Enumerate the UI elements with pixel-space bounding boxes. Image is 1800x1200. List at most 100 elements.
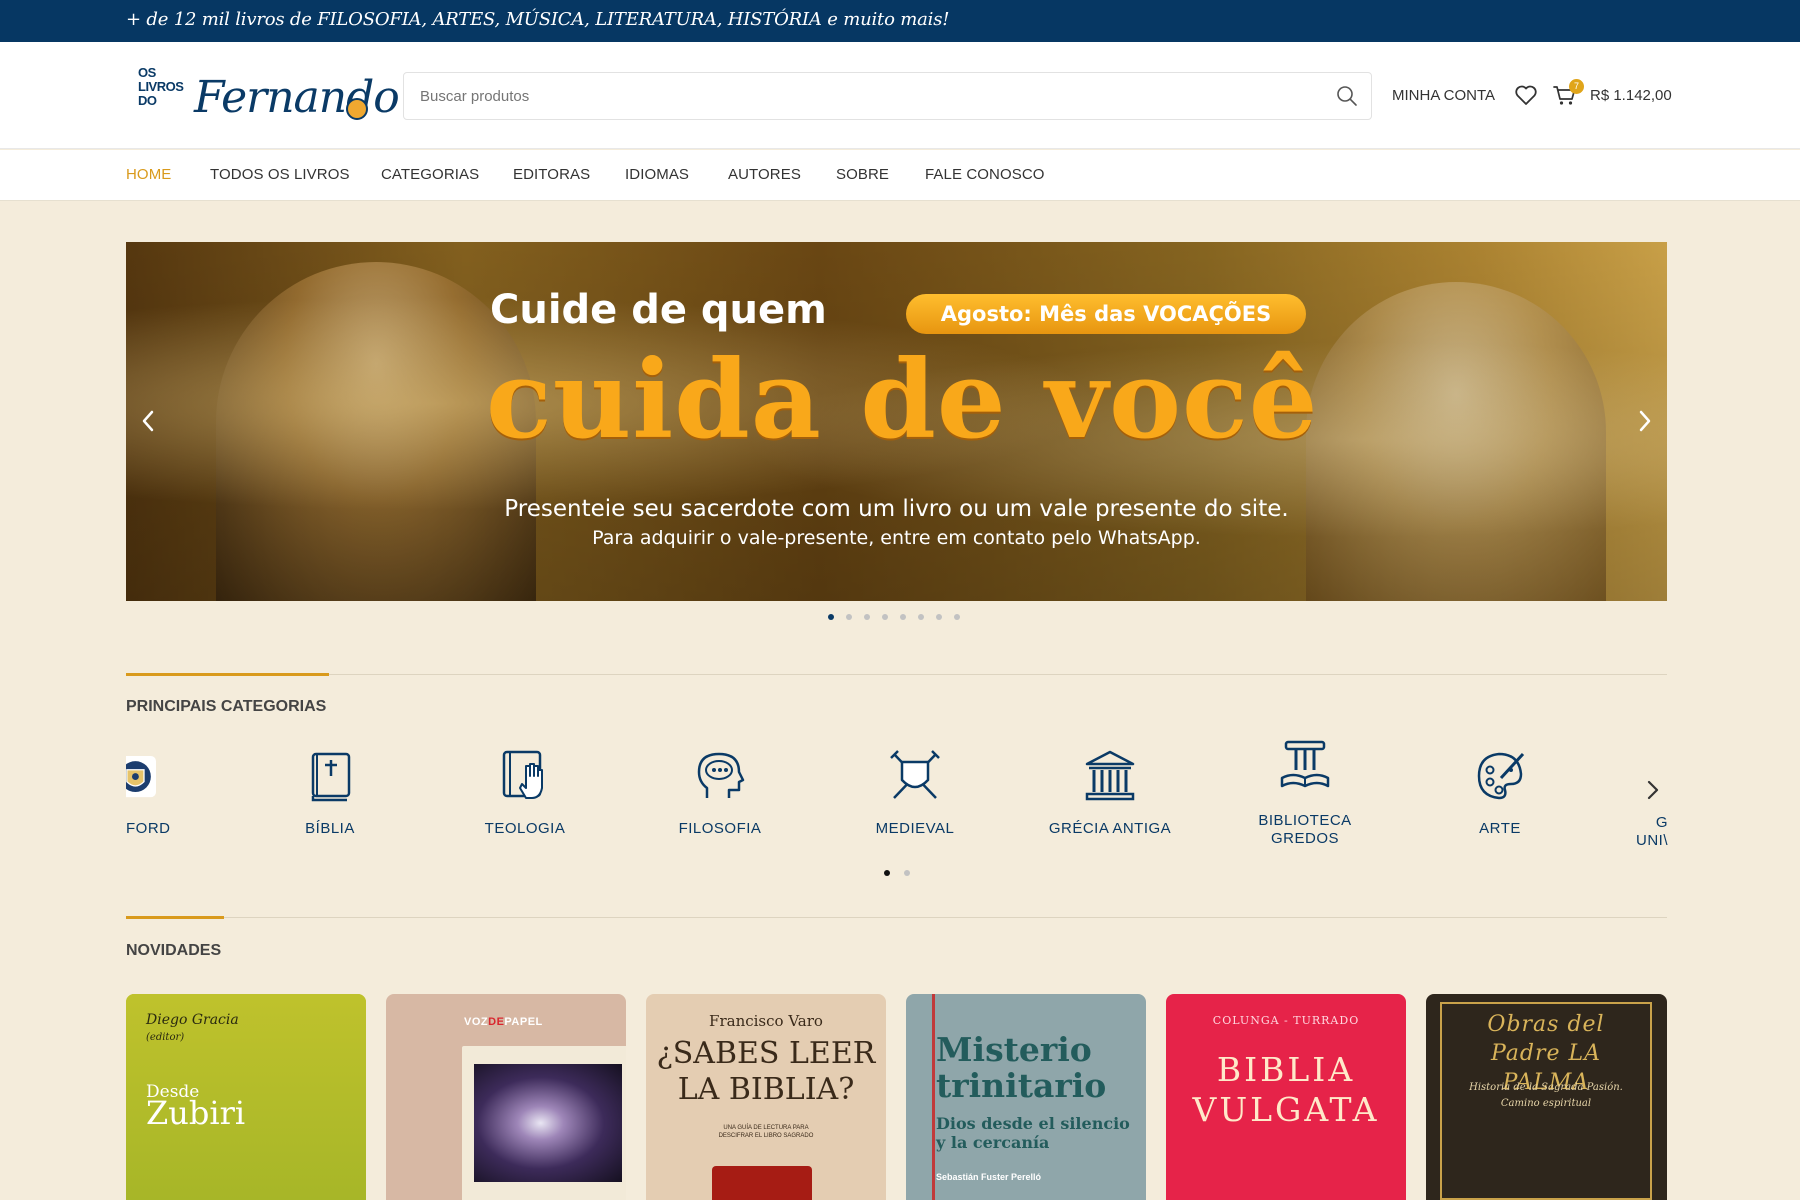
- logo-face-icon: [346, 98, 368, 120]
- site-logo[interactable]: OS LIVROS DO Fernando: [136, 62, 400, 130]
- hero-pill-badge: Agosto: Mês das VOCAÇÕES: [906, 294, 1306, 334]
- category-label: BÍBLIA: [305, 820, 355, 837]
- nav-item-home[interactable]: HOME: [126, 166, 171, 183]
- nav-item-fale-conosco[interactable]: FALE CONOSCO: [925, 166, 1045, 183]
- hero-slider-dots: [828, 614, 968, 622]
- category-slider-dots: [884, 870, 914, 878]
- book-subtitle: UNA GUÍA DE LECTURA PARA DESCIFRAR EL LI…: [718, 1125, 814, 1139]
- nav-item-sobre[interactable]: SOBRE: [836, 166, 889, 183]
- slider-dot[interactable]: [864, 614, 870, 620]
- category-label: MEDIEVAL: [875, 820, 955, 837]
- my-account-link[interactable]: MINHA CONTA: [1392, 87, 1495, 104]
- publisher-part: DE: [488, 1016, 505, 1028]
- hero-subtitle-2: Para adquirir o vale-presente, entre em …: [592, 527, 1201, 549]
- nav-item-autores[interactable]: AUTORES: [728, 166, 801, 183]
- book-spine-stripe: [932, 994, 935, 1200]
- temple-icon: [1085, 750, 1135, 801]
- head-thought-icon: [697, 752, 745, 798]
- book-author: Francisco Varo: [709, 1012, 823, 1030]
- slider-prev-icon[interactable]: [138, 406, 158, 436]
- search-icon[interactable]: [1335, 84, 1359, 108]
- category-label: BIBLIOTECA GREDOS: [1258, 812, 1352, 847]
- slider-dot[interactable]: [954, 614, 960, 620]
- category-label: G UNI\: [1636, 814, 1668, 848]
- logo-small-text: OS LIVROS DO: [138, 65, 184, 108]
- slider-dot[interactable]: [828, 614, 834, 620]
- book-subtitle: Historia de la Sagrada Pasión. Camino es…: [1469, 1082, 1623, 1109]
- book-editor: (editor): [146, 1032, 185, 1043]
- hero-title-line1: Cuide de quem: [490, 287, 827, 333]
- nav-item-editoras[interactable]: EDITORAS: [513, 166, 590, 183]
- nav-item-categorias[interactable]: CATEGORIAS: [381, 166, 479, 183]
- section-accent: [126, 673, 329, 676]
- book-publisher: VOZDEPAPEL: [464, 1016, 543, 1028]
- publisher-part: VOZ: [464, 1016, 489, 1028]
- section-accent: [126, 916, 224, 919]
- book-cover: Misterio trinitario Dios desde el silenc…: [906, 994, 1146, 1200]
- publisher-part: PAPEL: [504, 1016, 543, 1028]
- book-card[interactable]: Francisco Varo ¿SABES LEER LA BIBLIA? UN…: [646, 994, 886, 1200]
- nav-item-idiomas[interactable]: IDIOMAS: [625, 166, 689, 183]
- novidades-title: NOVIDADES: [126, 942, 222, 959]
- logo-script-text: Fernando: [194, 72, 400, 123]
- category-label: FORD: [126, 820, 171, 837]
- heart-icon[interactable]: [1514, 84, 1538, 106]
- section-divider: [126, 917, 1667, 918]
- slider-dot[interactable]: [904, 870, 910, 876]
- book-cover-image: [462, 1046, 626, 1200]
- book-title: Misterio trinitario: [936, 1030, 1107, 1105]
- book-cover: Francisco Varo ¿SABES LEER LA BIBLIA? UN…: [646, 994, 886, 1200]
- category-label: FILOSOFIA: [678, 820, 762, 837]
- category-item-filosofia[interactable]: FILOSOFIA: [645, 748, 795, 848]
- nav-item-todos-os-livros[interactable]: TODOS OS LIVROS: [210, 166, 350, 183]
- column-books-icon: [1280, 740, 1330, 788]
- palette-icon: [1477, 752, 1525, 800]
- book-cover: Diego Gracia (editor) Desde Zubiri: [126, 994, 366, 1200]
- cart-total[interactable]: R$ 1.142,00: [1590, 87, 1672, 104]
- category-item-grecia-antiga[interactable]: GRÉCIA ANTIGA: [1035, 748, 1185, 848]
- hero-subtitle: Presenteie seu sacerdote com um livro ou…: [504, 496, 1289, 522]
- book-title: Zubiri: [146, 1094, 246, 1132]
- search-box: [403, 72, 1372, 120]
- section-divider: [126, 674, 1667, 675]
- cart-count-badge: 7: [1569, 79, 1584, 94]
- category-item-teologia[interactable]: TEOLOGIA: [450, 748, 600, 848]
- book-card[interactable]: VOZDEPAPEL: [386, 994, 626, 1200]
- book-author: Sebastián Fuster Perelló: [936, 1172, 1042, 1182]
- site-header: OS LIVROS DO Fernando MINHA CONTA 7 R$ 1…: [0, 42, 1800, 149]
- bible-icon: [311, 752, 351, 802]
- category-next-icon[interactable]: [1645, 778, 1661, 802]
- book-author: Diego Gracia: [146, 1012, 239, 1028]
- crest-icon: [126, 756, 156, 798]
- hero-title-line2: cuida de você: [486, 337, 1319, 463]
- book-card[interactable]: Misterio trinitario Dios desde el silenc…: [906, 994, 1146, 1200]
- category-label: TEOLOGIA: [484, 820, 566, 837]
- book-subtitle: Dios desde el silencio y la cercanía: [936, 1114, 1130, 1152]
- slider-dot[interactable]: [936, 614, 942, 620]
- announcement-bar: + de 12 mil livros de FILOSOFIA, ARTES, …: [0, 0, 1800, 42]
- slider-dot[interactable]: [884, 870, 890, 876]
- book-card[interactable]: Obras del Padre LA PALMA Historia de la …: [1426, 994, 1667, 1200]
- slider-next-icon[interactable]: [1635, 406, 1655, 436]
- slider-dot[interactable]: [882, 614, 888, 620]
- category-item-biblioteca-gredos[interactable]: BIBLIOTECA GREDOS: [1230, 738, 1380, 847]
- book-author: COLUNGA - TURRADO: [1212, 1014, 1360, 1027]
- slider-dot[interactable]: [846, 614, 852, 620]
- category-item-medieval[interactable]: MEDIEVAL: [840, 748, 990, 848]
- slider-dot[interactable]: [900, 614, 906, 620]
- book-card[interactable]: COLUNGA - TURRADO BIBLIA VULGATA: [1166, 994, 1406, 1200]
- category-label: GRÉCIA ANTIGA: [1048, 820, 1172, 837]
- category-item-biblia[interactable]: BÍBLIA: [255, 748, 405, 848]
- book-title: BIBLIA VULGATA: [1192, 1050, 1380, 1129]
- search-input[interactable]: [420, 73, 1300, 119]
- main-nav: HOME TODOS OS LIVROS CATEGORIAS EDITORAS…: [0, 150, 1800, 201]
- nebula-image: [474, 1064, 622, 1182]
- slider-dot[interactable]: [918, 614, 924, 620]
- book-cover-image: [712, 1166, 812, 1200]
- category-item-arte[interactable]: ARTE: [1425, 748, 1575, 848]
- book-cover: VOZDEPAPEL: [386, 994, 626, 1200]
- hero-banner[interactable]: Cuide de quem Agosto: Mês das VOCAÇÕES c…: [126, 242, 1667, 601]
- book-card[interactable]: Diego Gracia (editor) Desde Zubiri: [126, 994, 366, 1200]
- book-cover: COLUNGA - TURRADO BIBLIA VULGATA: [1166, 994, 1406, 1200]
- category-item-ford[interactable]: FORD: [126, 748, 186, 848]
